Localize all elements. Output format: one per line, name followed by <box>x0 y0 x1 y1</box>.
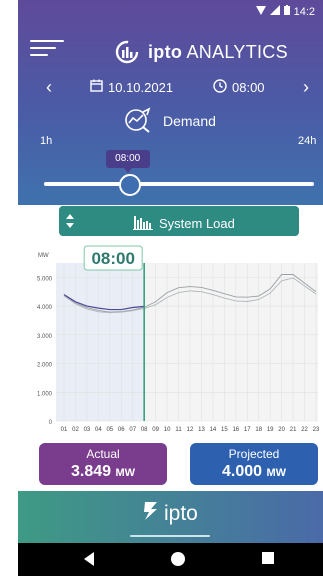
x-tick-label: 05 <box>106 427 113 433</box>
footer-brand: ipto <box>142 500 198 528</box>
phone-screen: 14:2 ipto ANALYTICS ‹ 10.10.2021 08:00 ›… <box>18 0 323 576</box>
battery-icon <box>283 5 290 18</box>
time-text: 08:00 <box>232 80 265 95</box>
mode-label: Demand <box>163 113 216 129</box>
x-tick-label: 22 <box>301 427 308 433</box>
status-bar: 14:2 <box>18 0 323 22</box>
x-tick-label: 11 <box>175 427 182 433</box>
x-tick-label: 20 <box>278 427 285 433</box>
x-tick-label: 14 <box>210 427 217 433</box>
x-tick-label: 03 <box>84 427 91 433</box>
date-text: 10.10.2021 <box>108 79 174 95</box>
x-tick-label: 16 <box>232 427 239 433</box>
header-background <box>18 0 323 205</box>
y-tick-label: 2.000 <box>37 363 53 369</box>
date-navigation: ‹ 10.10.2021 08:00 › <box>18 77 323 99</box>
x-tick-label: 23 <box>313 427 320 433</box>
calendar-icon <box>90 79 103 95</box>
actual-card: Actual 3.849 MW <box>39 443 167 485</box>
y-tick-label: 0 <box>49 420 53 426</box>
y-tick-label: 3.000 <box>37 334 53 340</box>
summary-cards: Actual 3.849 MW Projected 4.000 MW <box>18 443 323 487</box>
x-tick-label: 17 <box>244 427 251 433</box>
hour-slider-thumb[interactable] <box>118 174 141 196</box>
slider-max-label: 24h <box>298 135 317 147</box>
actual-title: Actual <box>86 447 120 461</box>
factory-icon <box>133 214 153 233</box>
app-title: ipto ANALYTICS <box>148 42 288 63</box>
system-navigation-bar <box>18 543 323 576</box>
y-tick-label: 5.000 <box>37 276 53 282</box>
app-title-rest: ANALYTICS <box>186 42 288 62</box>
clock-icon <box>213 79 227 96</box>
projected-card: Projected 4.000 MW <box>190 443 318 485</box>
footer-brand-bar: ipto <box>18 491 323 543</box>
slider-min-label: 1h <box>40 135 53 147</box>
date-picker[interactable]: 10.10.2021 <box>90 79 173 95</box>
x-tick-label: 01 <box>61 427 68 433</box>
status-time: 14:2 <box>293 5 315 18</box>
previous-day-chevron-icon[interactable]: ‹ <box>46 77 52 97</box>
current-hour-label: 08:00 <box>91 249 134 268</box>
projected-title: Projected <box>228 447 280 461</box>
ipto-logo-icon <box>113 38 141 66</box>
projected-value: 4.000 <box>221 463 263 480</box>
load-type-label: System Load <box>159 216 235 231</box>
slider-value-tooltip: 08:00 <box>105 150 150 173</box>
back-icon[interactable] <box>82 551 96 572</box>
x-tick-label: 12 <box>187 427 194 433</box>
demand-chart: 0 1.000 2.000 3.000 4.000 5.000 MW 01 02 03 04 05 06… <box>18 243 323 437</box>
actual-unit: MW <box>115 467 136 479</box>
hour-slider-track[interactable] <box>44 182 314 186</box>
x-tick-label: 06 <box>118 427 125 433</box>
demand-trend-icon <box>123 106 153 136</box>
sort-updown-icon <box>65 213 75 229</box>
x-tick-label: 13 <box>198 427 205 433</box>
x-tick-label: 21 <box>290 427 297 433</box>
footer-brand-text: ipto <box>164 502 198 525</box>
y-axis-label: MW <box>38 253 49 259</box>
x-tick-label: 15 <box>221 427 228 433</box>
menu-icon[interactable] <box>30 40 64 62</box>
projected-unit: MW <box>266 467 287 479</box>
home-icon[interactable] <box>170 551 186 572</box>
x-tick-label: 19 <box>267 427 274 433</box>
y-tick-label: 1.000 <box>37 391 53 397</box>
demand-chart-svg: 0 1.000 2.000 3.000 4.000 5.000 MW 01 02 03 04 05 06… <box>37 245 320 433</box>
x-tick-label: 07 <box>129 427 136 433</box>
x-tick-label: 08 <box>141 427 148 433</box>
y-tick-label: 4.000 <box>37 305 53 311</box>
x-tick-label: 10 <box>164 427 171 433</box>
time-picker[interactable]: 08:00 <box>213 79 265 96</box>
footer-underline <box>130 535 210 537</box>
actual-value: 3.849 <box>70 463 112 480</box>
recents-icon[interactable] <box>261 551 275 570</box>
next-day-chevron-icon[interactable]: › <box>303 77 309 97</box>
app-title-bold: ipto <box>148 42 183 62</box>
x-tick-label: 02 <box>72 427 79 433</box>
signal-icon <box>269 5 280 18</box>
load-type-selector-button[interactable]: System Load <box>59 206 299 236</box>
x-tick-label: 18 <box>255 427 262 433</box>
app-bar: ipto ANALYTICS <box>18 34 323 68</box>
x-tick-label: 09 <box>152 427 159 433</box>
ipto-brand-icon <box>142 500 160 528</box>
x-tick-label: 04 <box>95 427 102 433</box>
wifi-icon <box>255 5 266 18</box>
past-region <box>56 263 145 421</box>
mode-selector[interactable]: Demand <box>123 106 216 136</box>
